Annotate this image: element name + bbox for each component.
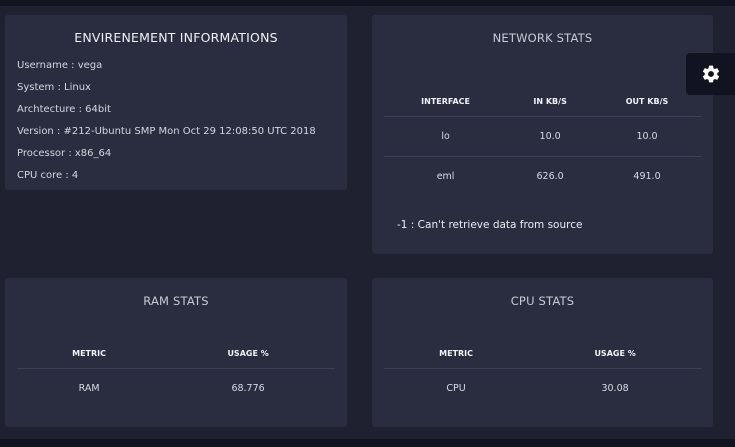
top-bar bbox=[0, 0, 735, 6]
column-header-metric: METRIC bbox=[439, 348, 474, 358]
table-row: lo 10.0 10.0 bbox=[384, 116, 701, 157]
environment-info-card: ENVIRENEMENT INFORMATIONS Username : veg… bbox=[5, 15, 347, 190]
column-header-in: IN KB/S bbox=[533, 96, 567, 106]
usage-cell: 68.776 bbox=[161, 368, 335, 408]
cpu-card-title: CPU STATS bbox=[510, 294, 575, 308]
table-row: RAM 68.776 bbox=[17, 368, 335, 408]
ram-card-title: RAM STATS bbox=[143, 294, 209, 308]
network-stats-card: NETWORK STATS INTERFACE IN KB/S OUT KB/S… bbox=[372, 15, 713, 254]
gear-icon bbox=[702, 65, 719, 83]
env-version: Version : #212-Ubuntu SMP Mon Oct 29 12:… bbox=[17, 126, 316, 137]
metric-cell: RAM bbox=[17, 368, 162, 408]
env-username: Username : vega bbox=[17, 60, 103, 71]
metric-cell: CPU bbox=[384, 368, 529, 408]
table-row: CPU 30.08 bbox=[384, 368, 702, 408]
cpu-table: METRIC USAGE % CPU 30.08 bbox=[384, 338, 702, 408]
ram-stats-card: RAM STATS METRIC USAGE % RAM 68.776 bbox=[5, 278, 347, 427]
column-header-interface: INTERFACE bbox=[421, 96, 470, 106]
ram-table: METRIC USAGE % RAM 68.776 bbox=[17, 338, 335, 408]
interface-cell: eml bbox=[384, 156, 508, 196]
network-error-message: -1 : Can't retrieve data from source bbox=[397, 219, 583, 231]
env-card-title: ENVIRENEMENT INFORMATIONS bbox=[74, 30, 278, 45]
network-card-title: NETWORK STATS bbox=[492, 31, 593, 45]
cpu-stats-card: CPU STATS METRIC USAGE % CPU 30.08 bbox=[372, 278, 713, 427]
env-processor: Processor : x86_64 bbox=[17, 148, 112, 159]
column-header-usage: USAGE % bbox=[594, 348, 636, 358]
bottom-bar bbox=[0, 439, 735, 447]
env-architecture: Archtecture : 64bit bbox=[17, 104, 111, 115]
env-info-list: Username : vega System : Linux Archtectu… bbox=[5, 55, 347, 187]
interface-cell: lo bbox=[384, 116, 508, 157]
table-header-row: METRIC USAGE % bbox=[384, 338, 702, 369]
table-row: eml 626.0 491.0 bbox=[384, 156, 701, 196]
out-kbs-cell: 491.0 bbox=[593, 156, 701, 196]
out-kbs-cell: 10.0 bbox=[593, 116, 701, 157]
env-system: System : Linux bbox=[17, 82, 91, 93]
usage-cell: 30.08 bbox=[528, 368, 702, 408]
table-header-row: INTERFACE IN KB/S OUT KB/S bbox=[384, 86, 701, 117]
in-kbs-cell: 626.0 bbox=[507, 156, 594, 196]
env-cpu-core: CPU core : 4 bbox=[17, 170, 79, 181]
column-header-metric: METRIC bbox=[72, 348, 107, 358]
network-table: INTERFACE IN KB/S OUT KB/S lo 10.0 10.0 … bbox=[384, 86, 701, 196]
column-header-out: OUT KB/S bbox=[625, 96, 669, 106]
table-header-row: METRIC USAGE % bbox=[17, 338, 335, 369]
column-header-usage: USAGE % bbox=[227, 348, 269, 358]
settings-button[interactable] bbox=[686, 53, 735, 95]
in-kbs-cell: 10.0 bbox=[507, 116, 594, 157]
